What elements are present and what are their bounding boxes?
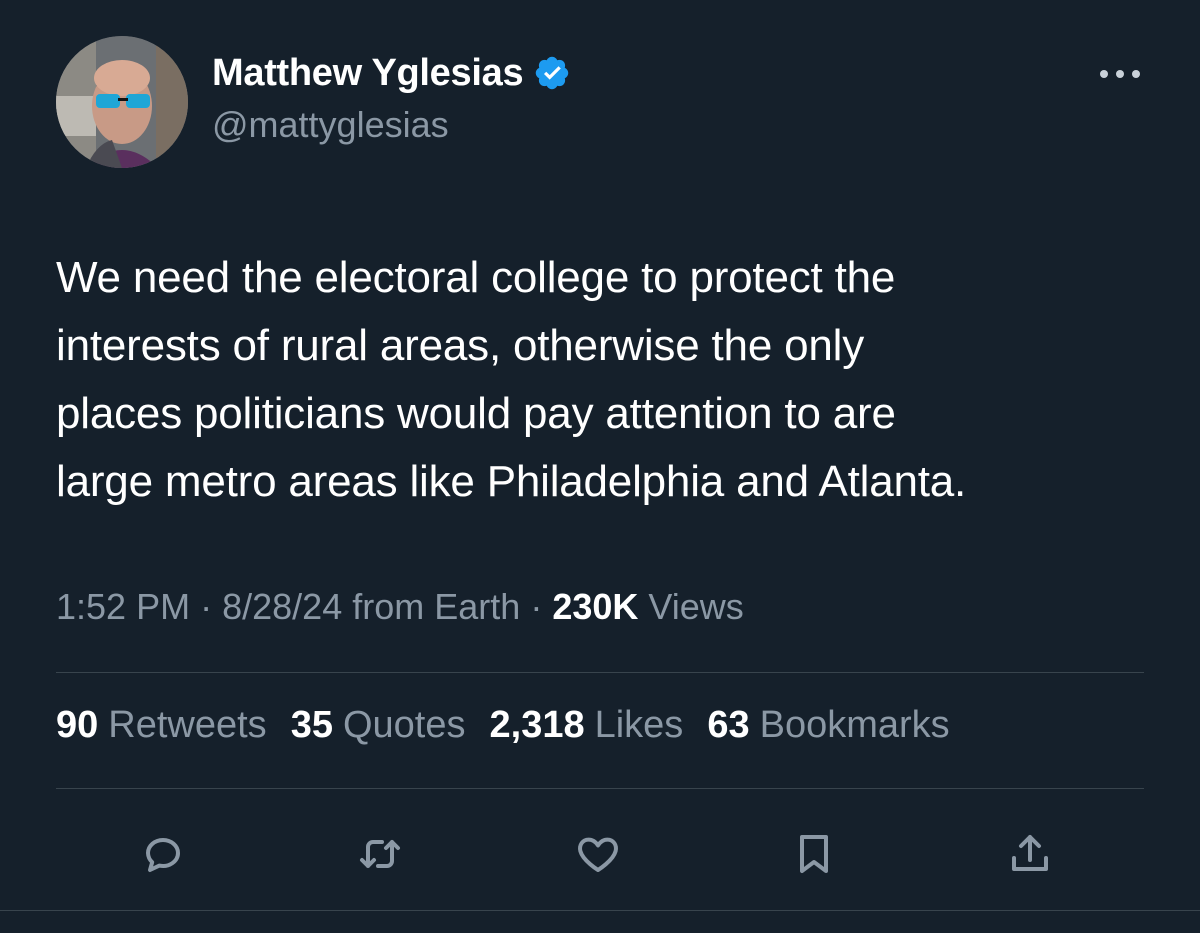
share-button[interactable] — [1002, 826, 1058, 882]
views-count: 230K — [552, 586, 639, 627]
action-bar — [0, 826, 1200, 882]
quotes-label: Quotes — [342, 704, 466, 746]
likes-count: 2,318 — [489, 704, 585, 746]
bookmarks-label: Bookmarks — [759, 704, 950, 746]
tweet-source: from Earth — [352, 586, 521, 627]
engagement-stats: 90 Retweets 35 Quotes 2,318 Likes 63 Bookmar… — [56, 704, 950, 747]
more-options-icon[interactable] — [1090, 56, 1150, 92]
meta-separator: · — [530, 586, 543, 627]
tweet-meta: 1:52 PM · 8/28/24 from Earth · 230K View… — [56, 586, 744, 628]
retweets-label: Retweets — [108, 704, 267, 746]
tweet-date[interactable]: 8/28/24 — [222, 586, 342, 627]
bookmarks-stat[interactable]: 63 Bookmarks — [707, 704, 949, 747]
divider — [0, 910, 1200, 911]
quotes-count: 35 — [290, 704, 333, 746]
views-label: Views — [648, 586, 744, 627]
quotes-stat[interactable]: 35 Quotes — [291, 704, 466, 747]
retweets-stat[interactable]: 90 Retweets — [56, 704, 267, 747]
display-name[interactable]: Matthew Yglesias — [212, 52, 524, 95]
retweet-button[interactable] — [352, 826, 408, 882]
retweets-count: 90 — [56, 704, 99, 746]
retweet-icon — [360, 840, 400, 868]
meta-separator: · — [200, 586, 213, 627]
bookmarks-count: 63 — [707, 704, 750, 746]
avatar[interactable] — [56, 36, 188, 168]
likes-stat[interactable]: 2,318 Likes — [490, 704, 684, 747]
verified-badge-icon[interactable] — [533, 54, 571, 92]
bookmark-icon — [800, 835, 828, 873]
tweet-card: Matthew Yglesias @mattyglesias We need t… — [0, 0, 1200, 933]
user-handle[interactable]: @mattyglesias — [212, 104, 571, 146]
avatar-image — [56, 36, 188, 168]
share-icon — [1012, 835, 1048, 871]
author-info: Matthew Yglesias @mattyglesias — [212, 48, 571, 146]
heart-icon — [578, 837, 618, 872]
divider — [56, 788, 1144, 789]
name-row: Matthew Yglesias — [212, 48, 571, 98]
reply-icon — [146, 838, 180, 872]
reply-button[interactable] — [136, 826, 192, 882]
divider — [56, 672, 1144, 673]
tweet-time[interactable]: 1:52 PM — [56, 586, 190, 627]
bookmark-button[interactable] — [786, 826, 842, 882]
tweet-text: We need the electoral college to protect… — [56, 253, 967, 506]
likes-label: Likes — [594, 704, 684, 746]
like-button[interactable] — [570, 826, 626, 882]
